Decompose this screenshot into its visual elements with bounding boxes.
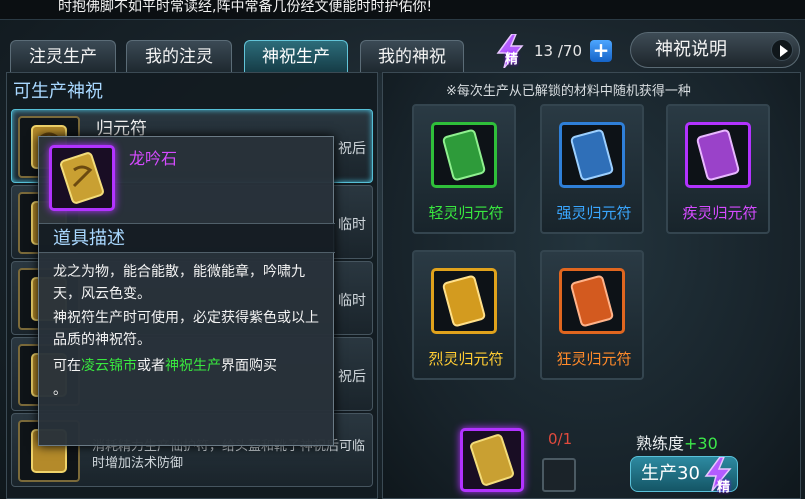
slot-fierce-guiyuan[interactable]: 烈灵归元符 [412, 250, 516, 380]
panel-title: 可生产神祝 [13, 81, 103, 102]
tab-spirit-production[interactable]: 注灵生产 [10, 40, 116, 73]
tooltip-desc-line2: 神祝符生产时可使用，必定获得紫色或以上品质的神祝符。 [53, 310, 319, 348]
list-item-desc-tail: 祝后 [338, 369, 366, 385]
tip-text: 时抱佛脚不如平时常读经,阵中常备几份经文便能时时护佑你! [58, 0, 433, 15]
material-checkbox[interactable] [542, 458, 576, 492]
dragon-stone-material-slot[interactable] [460, 428, 524, 492]
purple-talisman-icon [685, 122, 751, 188]
add-energy-button[interactable]: + [590, 40, 612, 62]
slot-label: 疾灵归元符 [682, 204, 758, 222]
tooltip-text: 可在 [53, 358, 81, 374]
tooltip-item-name: 龙吟石 [129, 149, 178, 168]
energy-badge: 精 [505, 52, 519, 67]
produce-button[interactable]: 生产30 精 [630, 456, 738, 495]
material-count: 0/1 [548, 430, 573, 448]
gold-talisman-icon [431, 268, 497, 334]
list-item-desc-tail: 临时 [338, 293, 366, 309]
green-talisman-icon [431, 122, 497, 188]
slot-label: 强灵归元符 [556, 204, 632, 222]
slot-wild-guiyuan[interactable]: 狂灵归元符 [540, 250, 644, 380]
list-item-desc-tail: 祝后 [338, 141, 366, 157]
slot-light-guiyuan[interactable]: 轻灵归元符 [412, 104, 516, 234]
link-blessing-production[interactable]: 神祝生产 [165, 358, 221, 374]
slot-label: 狂灵归元符 [556, 350, 632, 368]
tooltip-desc-line4: 。 [53, 382, 67, 398]
blue-talisman-icon [559, 122, 625, 188]
slot-label: 烈灵归元符 [428, 350, 504, 368]
slot-label: 轻灵归元符 [428, 204, 504, 222]
help-button-label: 神祝说明 [655, 39, 727, 60]
tooltip-section-title: 道具描述 [39, 223, 335, 253]
tooltip-desc-line3: 可在凌云锦市或者神祝生产界面购买 [53, 355, 329, 377]
tooltip-text: 界面购买 [221, 358, 277, 374]
orange-talisman-icon [559, 268, 625, 334]
list-item-desc-tail: 临时 [338, 217, 366, 233]
tab-my-blessings[interactable]: 我的神祝 [360, 40, 464, 73]
produce-badge: 精 [717, 480, 731, 495]
random-note: ※每次生产从已解锁的材料中随机获得一种 [446, 84, 691, 99]
proficiency-value: +30 [684, 434, 718, 453]
tab-blessing-production[interactable]: 神祝生产 [244, 40, 348, 73]
tooltip-desc-line1: 龙之为物，能合能散，能微能章，吟啸九天，风云色变。 [53, 264, 305, 302]
dragon-stone-icon [470, 434, 514, 486]
blessing-help-button[interactable]: 神祝说明 [630, 32, 800, 68]
energy-count: 13 /70 [534, 42, 582, 60]
link-lingyun-market[interactable]: 凌云锦市 [81, 358, 137, 374]
energy-counter: 精 13 /70 + [490, 33, 618, 70]
produce-button-label: 生产30 [641, 463, 700, 484]
proficiency: 熟练度+30 [636, 430, 718, 454]
tab-my-spirits[interactable]: 我的注灵 [126, 40, 232, 73]
tip-strip: 时抱佛脚不如平时常读经,阵中常备几份经文便能时时护佑你! [0, 0, 805, 20]
tooltip-text: 或者 [137, 358, 165, 374]
dragon-stone-icon [49, 145, 115, 211]
slot-strong-guiyuan[interactable]: 强灵归元符 [540, 104, 644, 234]
item-tooltip: 龙吟石 道具描述 龙之为物，能合能散，能微能章，吟啸九天，风云色变。 神祝符生产… [38, 136, 335, 446]
slot-swift-guiyuan[interactable]: 疾灵归元符 [666, 104, 770, 234]
play-arrow-icon [771, 39, 793, 61]
proficiency-label: 熟练度 [636, 434, 685, 453]
